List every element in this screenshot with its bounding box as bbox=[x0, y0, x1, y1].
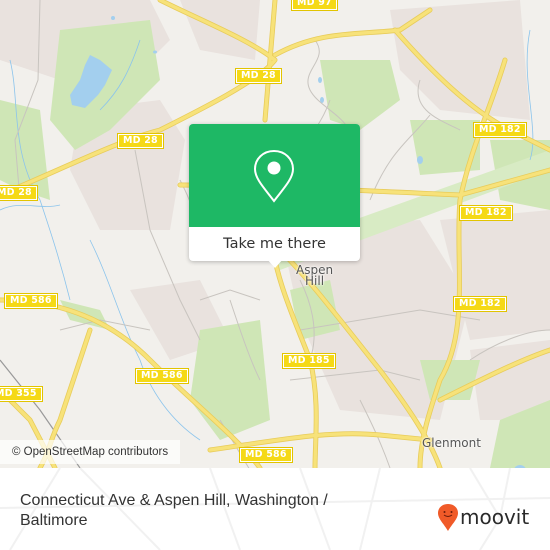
popup-pointer bbox=[266, 258, 284, 268]
destination-popup: Take me there bbox=[189, 124, 360, 268]
road-label-md586: MD 586 bbox=[4, 293, 58, 309]
place-label-line: Hill bbox=[305, 274, 325, 288]
place-label-glenmont: Glenmont bbox=[422, 436, 481, 450]
moovit-pin-icon bbox=[438, 504, 458, 531]
moovit-logo[interactable]: moovit bbox=[437, 502, 537, 538]
place-label-aspen-hill: Aspen Hill bbox=[296, 264, 333, 288]
road-label-md28: MD 28 bbox=[0, 185, 38, 201]
road-label-md355: MD 355 bbox=[0, 386, 43, 402]
road-label-md182: MD 182 bbox=[473, 122, 527, 138]
road-label-md185: MD 185 bbox=[282, 353, 336, 369]
stop-title: Connecticut Ave & Aspen Hill, Washington… bbox=[20, 492, 328, 529]
map-pin-icon bbox=[253, 149, 295, 203]
road-label-md182: MD 182 bbox=[453, 296, 507, 312]
take-me-there-button[interactable]: Take me there bbox=[189, 227, 360, 261]
popup-header bbox=[189, 124, 360, 227]
road-label-md182: MD 182 bbox=[459, 205, 513, 221]
road-label-md586: MD 586 bbox=[239, 447, 293, 463]
road-label-md586: MD 586 bbox=[135, 368, 189, 384]
moovit-wordmark: moovit bbox=[460, 505, 529, 529]
road-label-md97: MD 97 bbox=[291, 0, 338, 11]
road-label-md28: MD 28 bbox=[235, 68, 282, 84]
road-label-md28: MD 28 bbox=[117, 133, 164, 149]
map-attribution[interactable]: © OpenStreetMap contributors bbox=[0, 440, 181, 464]
